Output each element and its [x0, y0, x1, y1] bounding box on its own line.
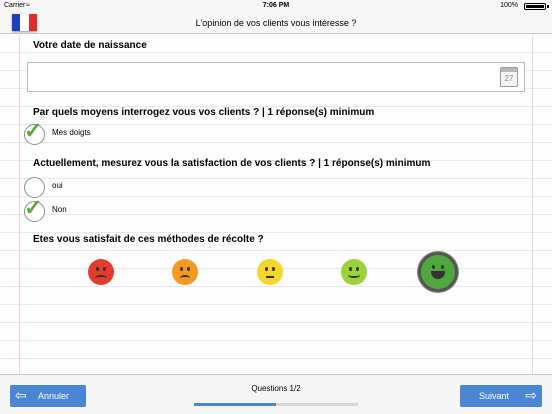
- eye: [441, 265, 444, 269]
- mouth: [266, 276, 274, 282]
- mouth: [180, 275, 190, 281]
- checkbox-non[interactable]: ✓ Non: [24, 195, 324, 222]
- very-happy-face-icon[interactable]: [418, 252, 458, 292]
- question-birthdate-title: Votre date de naissance: [33, 40, 147, 51]
- checkmark-icon: ✓: [24, 195, 43, 220]
- eye: [187, 267, 190, 271]
- eye: [265, 267, 268, 271]
- eye: [432, 265, 435, 269]
- unhappy-face-icon[interactable]: [172, 259, 198, 285]
- battery-icon: [524, 3, 546, 10]
- option-label: oui: [52, 181, 63, 190]
- page-title: L'opinion de vos clients vous intéresse …: [195, 18, 357, 28]
- eye: [349, 267, 352, 271]
- bottom-toolbar: ⇦ Annuler Questions 1/2 Suivant ⇨: [0, 374, 552, 414]
- eye: [356, 267, 359, 271]
- question-methods-title: Par quels moyens interrogez vous vos cli…: [33, 107, 375, 118]
- neutral-face-icon[interactable]: [257, 259, 283, 285]
- eye: [96, 267, 99, 271]
- battery-tip: [547, 5, 549, 8]
- checkbox-oui[interactable]: oui: [24, 177, 324, 198]
- mouth: [348, 272, 360, 278]
- battery-percentage: 100%: [500, 2, 518, 9]
- birthdate-input[interactable]: 27: [27, 62, 525, 92]
- mouth: [431, 271, 445, 279]
- status-time: 7:06 PM: [262, 2, 290, 9]
- next-button[interactable]: Suivant ⇨: [460, 385, 542, 407]
- question-satisfaction-title: Etes vous satisfait de ces méthodes de r…: [33, 234, 264, 245]
- eye: [272, 267, 275, 271]
- satisfaction-rating: [0, 249, 552, 299]
- calendar-icon[interactable]: 27: [500, 67, 518, 87]
- arrow-right-icon: ⇨: [525, 387, 537, 403]
- eye: [103, 267, 106, 271]
- progress-bar: [194, 403, 358, 406]
- progress-fill: [194, 403, 276, 406]
- next-button-label: Suivant: [479, 391, 510, 401]
- very-unhappy-face-icon[interactable]: [88, 259, 114, 285]
- navigation-bar: L'opinion de vos clients vous intéresse …: [0, 12, 552, 34]
- checkbox-mes-doigts[interactable]: ✓ Mes doigts: [24, 118, 324, 145]
- status-bar: Carrier ≈ 7:06 PM 100%: [0, 0, 552, 12]
- mouth: [95, 275, 107, 281]
- option-label: Mes doigts: [52, 128, 91, 137]
- checkmark-icon: ✓: [24, 118, 43, 143]
- option-label: Non: [52, 205, 67, 214]
- question-measure-title: Actuellement, mesurez vous la satisfacti…: [33, 158, 431, 169]
- eye: [180, 267, 183, 271]
- happy-face-icon[interactable]: [341, 259, 367, 285]
- survey-form: Votre date de naissance 27 Par quels moy…: [0, 35, 552, 374]
